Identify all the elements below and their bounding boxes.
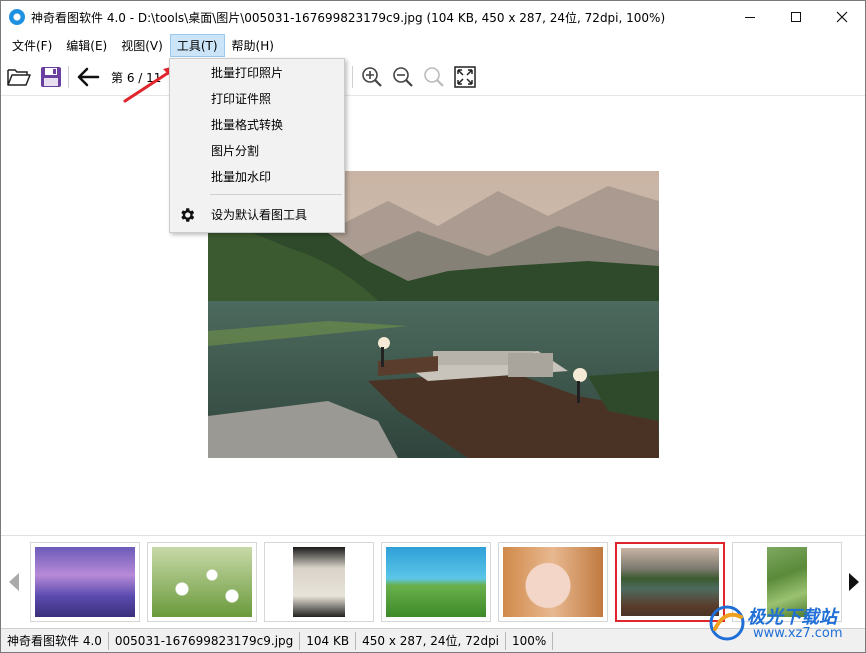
toolbar-divider <box>68 66 69 88</box>
fit-window-button[interactable] <box>452 64 478 90</box>
menu-item-id-photo-print[interactable]: 打印证件照 <box>170 87 344 111</box>
menu-item-image-split[interactable]: 图片分割 <box>170 139 344 163</box>
gear-icon <box>181 208 195 222</box>
tools-dropdown-menu: 批量打印照片 打印证件照 批量格式转换 图片分割 批量加水印 设为默认看图工具 <box>169 58 345 233</box>
watermark-logo-icon <box>709 605 745 641</box>
status-app: 神奇看图软件 4.0 <box>1 631 109 650</box>
window-title: 神奇看图软件 4.0 - D:\tools\桌面\图片\005031-16769… <box>31 11 666 25</box>
app-logo-icon <box>9 9 25 25</box>
close-button[interactable] <box>819 1 865 33</box>
save-button[interactable] <box>38 64 64 90</box>
menu-item-batch-convert[interactable]: 批量格式转换 <box>170 113 344 137</box>
arrow-left-icon <box>77 67 100 87</box>
minimize-button[interactable] <box>727 1 773 33</box>
thumbnail-2[interactable] <box>147 542 257 622</box>
image-viewer[interactable] <box>1 97 865 535</box>
zoom-out-icon <box>393 67 413 87</box>
title-bar: 神奇看图软件 4.0 - D:\tools\桌面\图片\005031-16769… <box>1 1 865 33</box>
maximize-button[interactable] <box>773 1 819 33</box>
thumbnail-4[interactable] <box>381 542 491 622</box>
menu-item-batch-watermark[interactable]: 批量加水印 <box>170 165 344 189</box>
scroll-left-icon[interactable] <box>7 572 21 592</box>
menu-help[interactable]: 帮助(H) <box>225 34 281 57</box>
watermark-url: www.xz7.com <box>753 626 843 641</box>
menu-edit[interactable]: 编辑(E) <box>59 34 114 57</box>
zoom-in-icon <box>362 67 382 87</box>
site-watermark: 极光下载站 www.xz7.com <box>707 599 863 645</box>
status-info: 450 x 287, 24位, 72dpi <box>356 631 507 650</box>
actual-size-button[interactable] <box>421 64 447 90</box>
menu-file[interactable]: 文件(F) <box>5 34 59 57</box>
thumbnail-5[interactable] <box>498 542 608 622</box>
menu-separator <box>210 194 342 195</box>
menu-view[interactable]: 视图(V) <box>114 34 170 57</box>
zoom-out-button[interactable] <box>390 64 416 90</box>
menu-bar: 文件(F) 编辑(E) 视图(V) 工具(T) 帮助(H) <box>1 33 865 58</box>
menu-item-batch-print[interactable]: 批量打印照片 <box>170 61 344 85</box>
toolbar-divider <box>352 66 353 88</box>
menu-item-set-default[interactable]: 设为默认看图工具 <box>170 203 344 227</box>
toolbar: 第 6 / 11 <box>1 58 865 96</box>
menu-item-set-default-label: 设为默认看图工具 <box>211 208 308 222</box>
zoom-reset-icon <box>424 67 444 87</box>
close-icon <box>836 11 848 23</box>
thumbnail-3[interactable] <box>264 542 374 622</box>
previous-button[interactable] <box>75 64 101 90</box>
status-size: 104 KB <box>300 631 357 650</box>
status-filename: 005031-167699823179c9.jpg <box>109 631 301 650</box>
maximize-icon <box>791 12 801 22</box>
open-folder-icon <box>7 69 31 86</box>
fit-screen-icon <box>454 66 476 88</box>
page-indicator: 第 6 / 11 <box>111 71 162 85</box>
save-icon <box>41 67 61 87</box>
status-zoom: 100% <box>506 631 554 650</box>
scroll-right-icon[interactable] <box>847 572 861 592</box>
minimize-icon <box>745 16 755 18</box>
thumbnail-1[interactable] <box>30 542 140 622</box>
app-window: 神奇看图软件 4.0 - D:\tools\桌面\图片\005031-16769… <box>0 0 866 653</box>
menu-tools[interactable]: 工具(T) <box>169 34 225 57</box>
zoom-in-button[interactable] <box>359 64 385 90</box>
open-folder-button[interactable] <box>6 64 32 90</box>
